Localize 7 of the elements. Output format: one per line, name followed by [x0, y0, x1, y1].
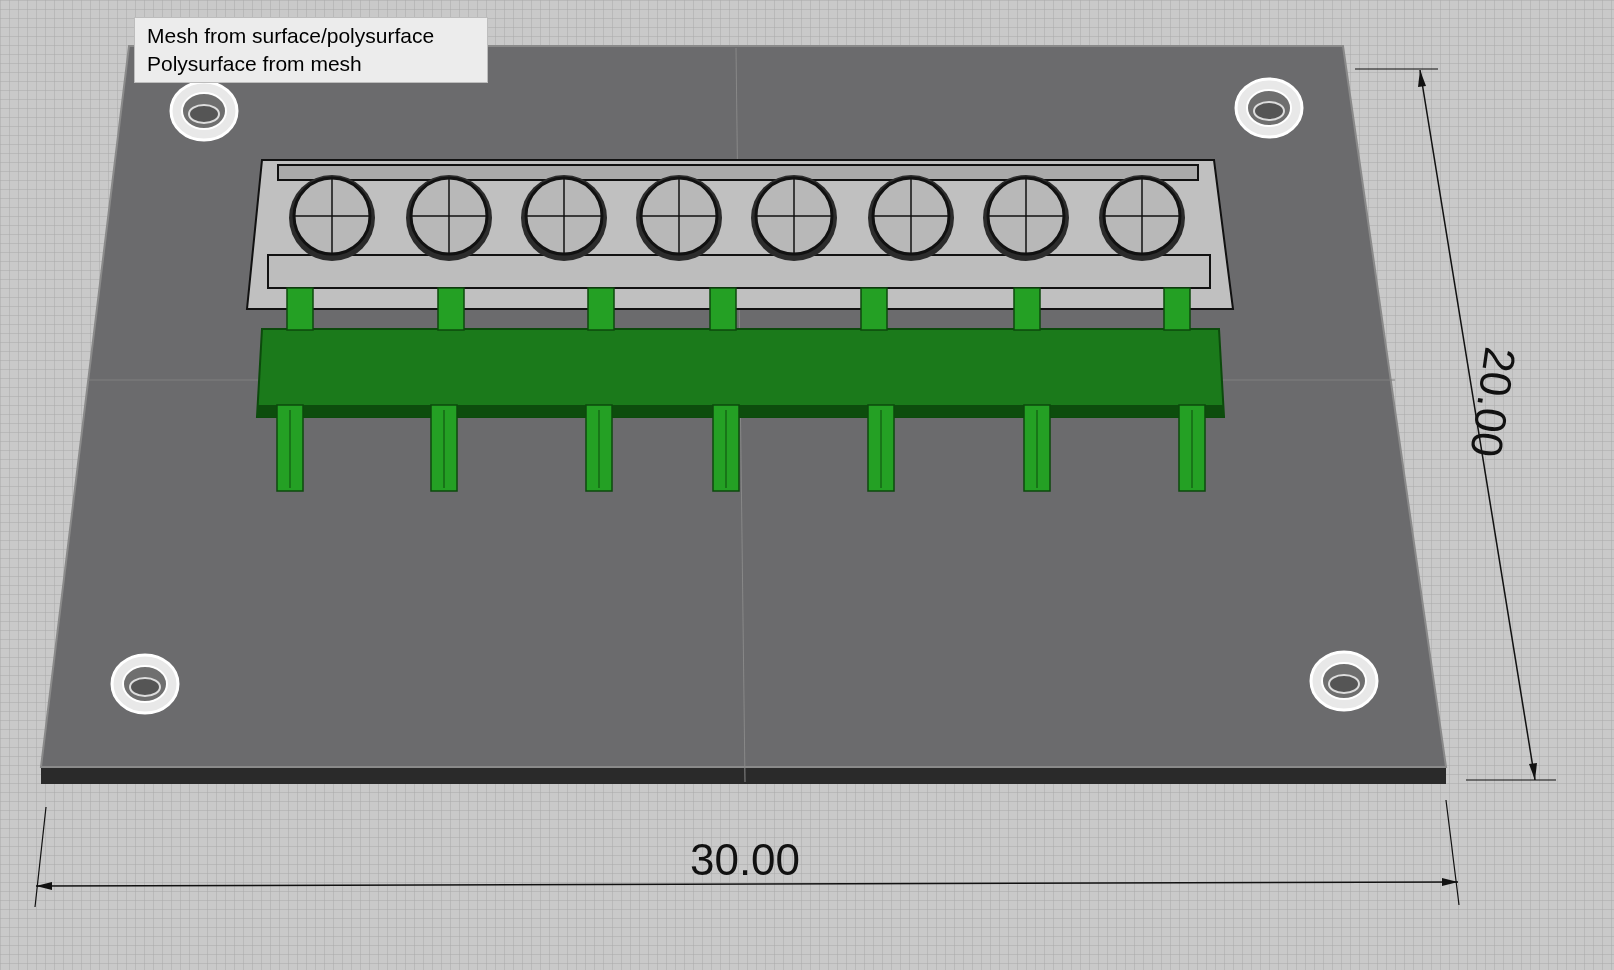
screw-hole — [1309, 650, 1379, 712]
screw-hole — [1234, 77, 1304, 139]
dimension-label: 30.00 — [689, 835, 801, 884]
dimension-label: 20.00 — [1461, 344, 1526, 461]
menu-item[interactable]: Polysurface from mesh — [135, 50, 487, 78]
menu-item[interactable]: Mesh from surface/polysurface — [135, 22, 487, 50]
screw-hole — [110, 653, 180, 715]
